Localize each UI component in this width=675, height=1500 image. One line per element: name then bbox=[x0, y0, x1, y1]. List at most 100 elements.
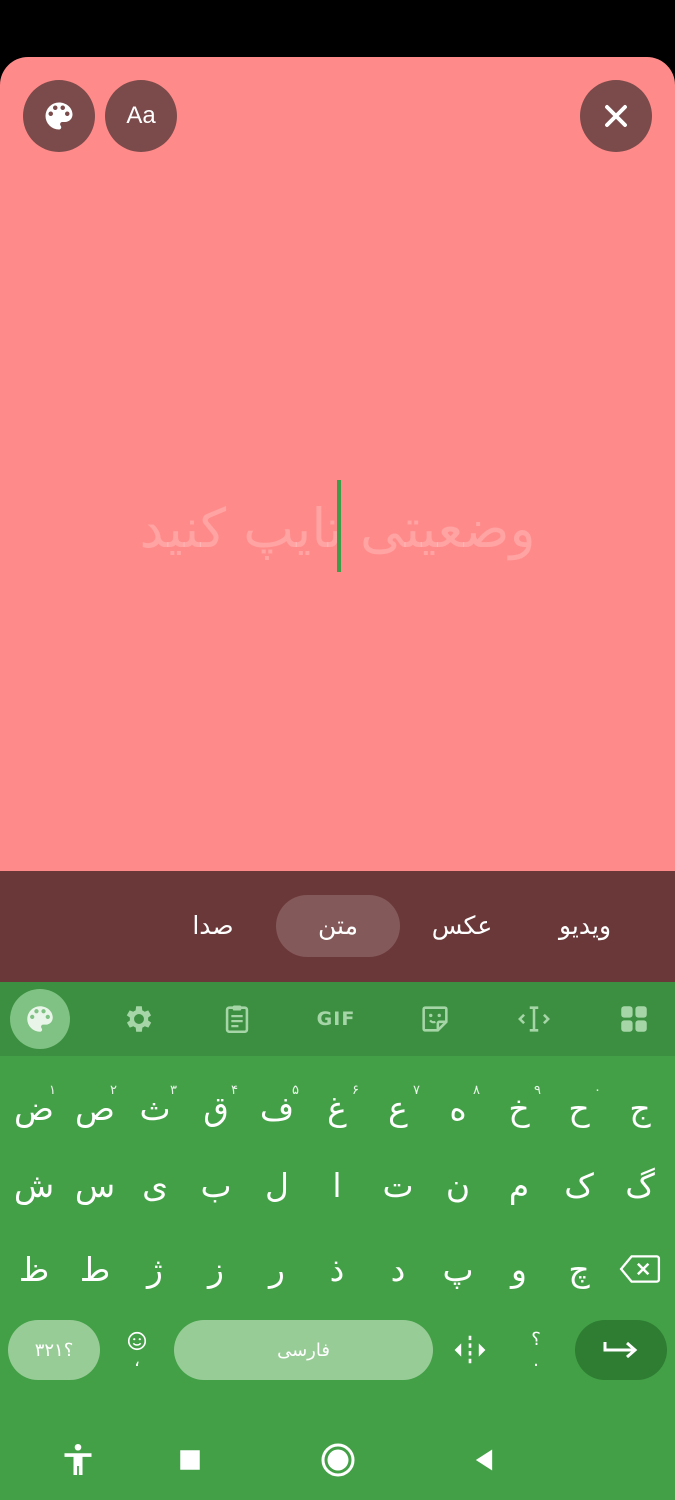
key[interactable]: ص۲ bbox=[65, 1073, 125, 1143]
more-tools-button[interactable] bbox=[604, 989, 664, 1049]
tab-text[interactable]: متن bbox=[276, 895, 400, 957]
tab-photo[interactable]: عکس bbox=[418, 895, 506, 957]
key-hint: ۲ bbox=[110, 1083, 117, 1098]
key[interactable]: ه۸ bbox=[428, 1073, 488, 1143]
key[interactable]: خ۹ bbox=[489, 1073, 549, 1143]
key[interactable]: و bbox=[489, 1234, 549, 1304]
theme-button[interactable] bbox=[10, 989, 70, 1049]
enter-arrow-icon bbox=[603, 1341, 638, 1359]
text-cursor bbox=[337, 480, 341, 572]
recents-button[interactable] bbox=[168, 1438, 212, 1482]
delete-key[interactable] bbox=[610, 1234, 670, 1304]
key-label: ه bbox=[449, 1088, 467, 1128]
key[interactable]: ت bbox=[368, 1150, 428, 1220]
gif-icon: GIF bbox=[316, 1008, 356, 1030]
cursor-move-icon bbox=[454, 1335, 486, 1365]
key[interactable]: ز bbox=[186, 1234, 246, 1304]
key-label: چ bbox=[568, 1249, 590, 1289]
key[interactable]: ج bbox=[610, 1073, 670, 1143]
comma-label: ، bbox=[134, 1350, 140, 1371]
close-button[interactable] bbox=[580, 80, 652, 152]
key-label: ع bbox=[388, 1088, 408, 1128]
enter-key[interactable] bbox=[575, 1320, 667, 1380]
key-label: خ bbox=[508, 1088, 530, 1128]
key[interactable]: ا bbox=[307, 1150, 367, 1220]
close-icon bbox=[605, 105, 627, 127]
font-button[interactable]: Aa bbox=[105, 80, 177, 152]
key-label: د bbox=[390, 1249, 406, 1289]
status-editor[interactable]: Aa وضعیتی تایپ کنید bbox=[0, 57, 675, 871]
home-button[interactable] bbox=[316, 1438, 360, 1482]
period-label: . bbox=[533, 1350, 539, 1371]
accessibility-icon bbox=[64, 1443, 92, 1475]
key[interactable]: غ۶ bbox=[307, 1073, 367, 1143]
key[interactable]: س bbox=[65, 1150, 125, 1220]
sticker-button[interactable] bbox=[405, 989, 465, 1049]
key-label: ا bbox=[332, 1165, 342, 1205]
key[interactable]: ژ bbox=[125, 1234, 185, 1304]
key[interactable]: ع۷ bbox=[368, 1073, 428, 1143]
key-label: ن bbox=[445, 1165, 471, 1205]
tab-audio[interactable]: صدا bbox=[168, 895, 258, 957]
key[interactable]: ذ bbox=[307, 1234, 367, 1304]
key-label: ت bbox=[382, 1165, 414, 1205]
key-label: م bbox=[508, 1165, 530, 1205]
settings-button[interactable] bbox=[109, 989, 169, 1049]
key-label: غ bbox=[327, 1088, 347, 1128]
key-label: ل bbox=[265, 1165, 289, 1205]
key[interactable]: ط bbox=[65, 1234, 125, 1304]
tab-video[interactable]: ویدیو bbox=[540, 895, 630, 957]
emoji-key[interactable]: ، bbox=[107, 1315, 167, 1385]
emoji-icon bbox=[127, 1331, 147, 1351]
key[interactable]: ث۳ bbox=[125, 1073, 185, 1143]
key-label: ک bbox=[564, 1165, 594, 1205]
key-hint: ۱ bbox=[49, 1083, 56, 1098]
key[interactable]: پ bbox=[428, 1234, 488, 1304]
key[interactable]: م bbox=[489, 1150, 549, 1220]
backspace-icon bbox=[619, 1255, 661, 1283]
key-label: ژ bbox=[147, 1249, 163, 1289]
key[interactable]: ح۰ bbox=[549, 1073, 609, 1143]
clipboard-button[interactable] bbox=[207, 989, 267, 1049]
key-hint: ۷ bbox=[413, 1083, 420, 1098]
key[interactable]: ق۴ bbox=[186, 1073, 246, 1143]
key[interactable]: چ bbox=[549, 1234, 609, 1304]
key[interactable]: ب bbox=[186, 1150, 246, 1220]
key[interactable]: ک bbox=[549, 1150, 609, 1220]
key[interactable]: ل bbox=[247, 1150, 307, 1220]
key-label: ر bbox=[269, 1249, 285, 1289]
key[interactable]: ر bbox=[247, 1234, 307, 1304]
punctuation-key[interactable]: ؟ . bbox=[506, 1315, 566, 1385]
key[interactable]: د bbox=[368, 1234, 428, 1304]
key-label: ی bbox=[142, 1165, 168, 1205]
key-hint: ۵ bbox=[292, 1083, 299, 1098]
key[interactable]: گ bbox=[610, 1150, 670, 1220]
cursor-control-button[interactable] bbox=[504, 989, 564, 1049]
key-hint: ۹ bbox=[534, 1083, 541, 1098]
back-button[interactable] bbox=[462, 1438, 506, 1482]
grid-icon bbox=[621, 1006, 647, 1032]
color-button[interactable] bbox=[23, 80, 95, 152]
key-label: س bbox=[74, 1165, 116, 1205]
keyboard-toolbar: GIF bbox=[0, 982, 675, 1056]
symbols-key[interactable]: ؟۳۲۱ bbox=[8, 1320, 100, 1380]
sticker-icon bbox=[422, 1006, 448, 1032]
key-hint: ۰ bbox=[594, 1083, 601, 1098]
cursor-key[interactable] bbox=[440, 1315, 500, 1385]
accessibility-button[interactable] bbox=[56, 1438, 100, 1482]
key[interactable]: ن bbox=[428, 1150, 488, 1220]
gif-button[interactable]: GIF bbox=[306, 989, 366, 1049]
key[interactable]: ی bbox=[125, 1150, 185, 1220]
space-key[interactable]: فارسی bbox=[174, 1320, 433, 1380]
key-label: ج bbox=[629, 1088, 651, 1128]
key-hint: ۶ bbox=[352, 1083, 359, 1098]
mode-tabs: صدا متن عکس ویدیو bbox=[0, 871, 675, 982]
key-label: پ bbox=[442, 1249, 474, 1289]
key-label: ذ bbox=[329, 1249, 345, 1289]
key[interactable]: ش bbox=[4, 1150, 64, 1220]
key[interactable]: ظ bbox=[4, 1234, 64, 1304]
key[interactable]: ف۵ bbox=[247, 1073, 307, 1143]
gear-icon bbox=[126, 1006, 152, 1032]
palette-icon bbox=[27, 1006, 53, 1032]
key[interactable]: ض۱ bbox=[4, 1073, 64, 1143]
